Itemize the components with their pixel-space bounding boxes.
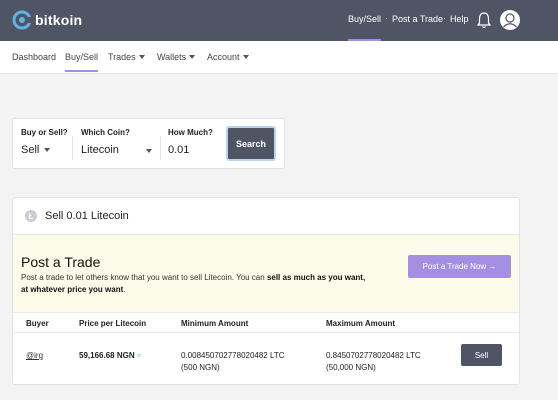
subnav-wallets-label: Wallets: [157, 52, 187, 62]
min-amount-ltc: 0.008450702778020482 LTC: [181, 351, 285, 360]
subnav-trades[interactable]: Trades: [108, 52, 145, 62]
subnav-trades-label: Trades: [108, 52, 136, 62]
post-trade-now-button[interactable]: Post a Trade Now →: [408, 255, 511, 278]
chevron-down-icon: [44, 148, 51, 152]
header-min-amount: Minimum Amount: [181, 319, 249, 328]
coin-select[interactable]: Litecoin: [81, 144, 153, 156]
subnav-account[interactable]: Account: [207, 52, 249, 62]
topnav-separator: ·: [385, 13, 388, 23]
header-max-amount: Maximum Amount: [326, 319, 396, 328]
buy-or-sell-label: Buy or Sell?: [21, 128, 68, 137]
card-title: Sell 0.01 Litecoin: [45, 210, 129, 222]
buy-or-sell-value: Sell: [21, 144, 40, 156]
buy-or-sell-select[interactable]: Sell: [21, 144, 51, 156]
amount-label: How Much?: [168, 128, 213, 137]
litecoin-icon: Ł: [25, 210, 37, 222]
buyer-link[interactable]: @irg: [26, 350, 43, 361]
price-approx-icon[interactable]: ≈: [137, 351, 141, 360]
field-divider: [160, 136, 161, 160]
user-avatar-icon[interactable]: [500, 10, 520, 30]
subnav-account-label: Account: [207, 52, 240, 62]
post-trade-title: Post a Trade: [21, 254, 101, 270]
brand-name[interactable]: bitkoin: [35, 12, 82, 28]
topnav-separator: ·: [443, 13, 446, 23]
post-trade-description: Post a trade to let others know that you…: [21, 272, 373, 296]
chevron-down-icon: [138, 55, 145, 59]
subnav-dashboard[interactable]: Dashboard: [12, 52, 56, 62]
header-price: Price per Litecoin: [79, 319, 147, 328]
header-buyer: Buyer: [26, 319, 49, 328]
post-desc-prefix: Post a trade to let others know that you…: [21, 273, 267, 282]
min-amount-ngn: (500 NGN): [181, 363, 220, 372]
subnav-buy-sell[interactable]: Buy/Sell: [65, 52, 98, 62]
topnav-post-trade[interactable]: Post a Trade: [392, 14, 443, 24]
max-amount-ngn: (50,000 NGN): [326, 363, 376, 372]
max-amount-ltc: 0.8450702778020482 LTC: [326, 351, 421, 360]
price-cell: 59,166.68 NGN ≈: [79, 350, 141, 361]
field-divider: [72, 136, 73, 160]
topnav-help[interactable]: Help: [450, 14, 469, 24]
topnav-buy-sell[interactable]: Buy/Sell: [348, 14, 381, 24]
subnav-active-indicator: [65, 70, 98, 72]
bitkoin-logo-icon[interactable]: [12, 10, 32, 30]
sell-button[interactable]: Sell: [461, 344, 502, 366]
chevron-down-icon: [242, 55, 249, 59]
chevron-down-icon: [146, 149, 152, 153]
coin-label: Which Coin?: [81, 128, 130, 137]
amount-input[interactable]: 0.01: [168, 144, 189, 156]
coin-value: Litecoin: [81, 144, 119, 156]
post-desc-suffix: .: [123, 285, 126, 294]
search-button[interactable]: Search: [226, 126, 276, 161]
bell-icon[interactable]: [476, 11, 492, 29]
top-bar: [0, 0, 558, 41]
table-header-divider: [13, 332, 519, 333]
price-value: 59,166.68 NGN: [79, 351, 135, 360]
subnav-wallets[interactable]: Wallets: [157, 52, 196, 62]
chevron-down-icon: [189, 55, 196, 59]
